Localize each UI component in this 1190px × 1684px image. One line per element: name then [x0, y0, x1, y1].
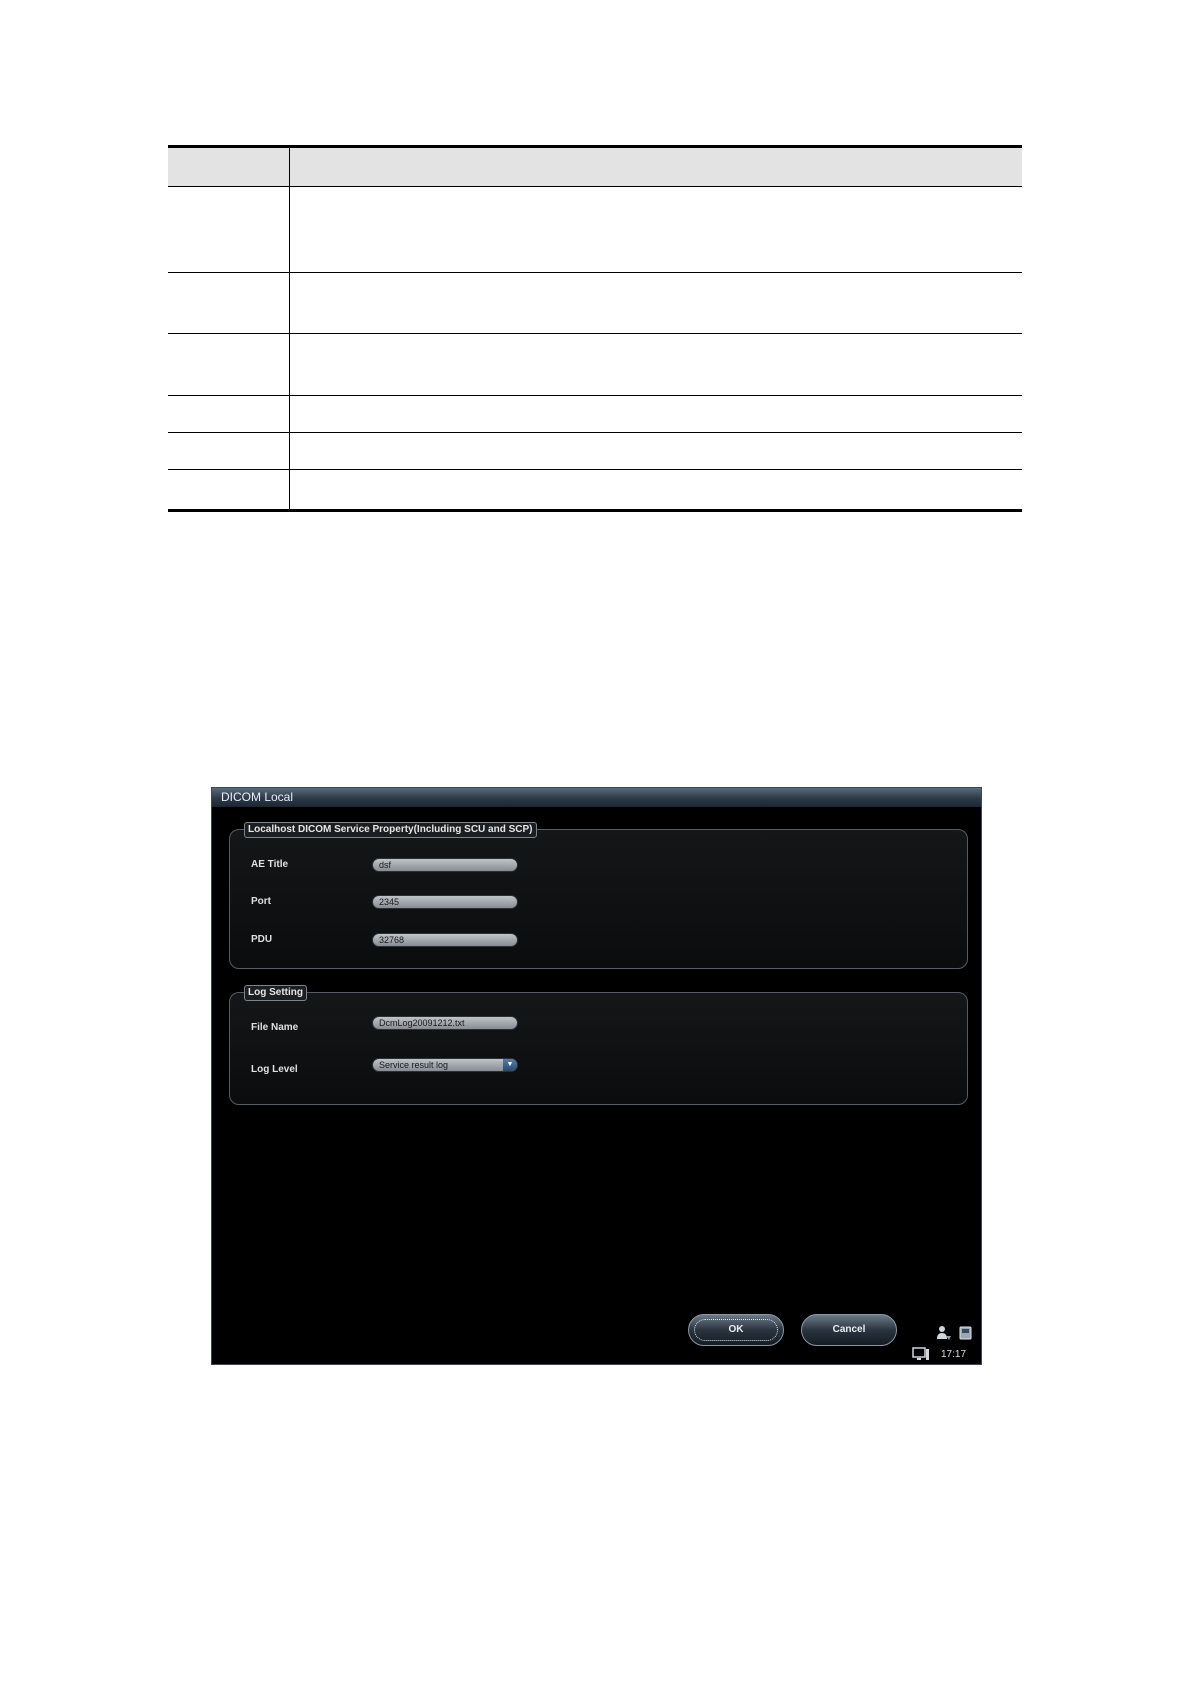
dialog-title: DICOM Local — [212, 788, 981, 807]
cancel-button-label: Cancel — [832, 1324, 866, 1335]
clock-time: 17:17 — [941, 1349, 967, 1360]
focus-ring — [694, 1319, 778, 1341]
table-row — [168, 396, 1022, 433]
port-label: Port — [251, 896, 271, 907]
table-row — [168, 334, 1022, 396]
file-name-input[interactable] — [372, 1016, 518, 1030]
table-row — [168, 470, 1022, 506]
table-header-row — [168, 148, 1022, 187]
table-row — [168, 433, 1022, 470]
disk-icon — [959, 1326, 972, 1340]
monitor-icon — [912, 1347, 929, 1360]
log-setting-group-title: Log Setting — [244, 985, 307, 1001]
ae-title-input[interactable] — [372, 858, 518, 872]
table-column-divider — [289, 148, 290, 509]
service-property-group: Localhost DICOM Service Property(Includi… — [229, 822, 968, 969]
port-input[interactable] — [372, 895, 518, 909]
table-row — [168, 273, 1022, 334]
pdu-label: PDU — [251, 934, 273, 945]
log-level-selected-value: Service result log — [379, 1060, 449, 1070]
log-setting-group: Log Setting File Name Log Level Service … — [229, 985, 968, 1105]
chevron-down-icon[interactable]: ▼ — [503, 1059, 517, 1071]
documentation-table — [168, 145, 1022, 512]
dicom-local-dialog: DICOM Local Localhost DICOM Service Prop… — [211, 787, 982, 1365]
log-level-select[interactable]: Service result log ▼ — [372, 1058, 518, 1072]
ae-title-label: AE Title — [251, 859, 289, 870]
log-level-label: Log Level — [251, 1064, 298, 1075]
service-property-group-title: Localhost DICOM Service Property(Includi… — [244, 822, 537, 838]
table-row — [168, 187, 1022, 273]
pdu-input[interactable] — [372, 933, 518, 947]
user-icon — [937, 1326, 951, 1340]
ok-button[interactable]: OK — [688, 1314, 784, 1346]
cancel-button[interactable]: Cancel — [801, 1314, 897, 1346]
file-name-label: File Name — [251, 1022, 299, 1033]
